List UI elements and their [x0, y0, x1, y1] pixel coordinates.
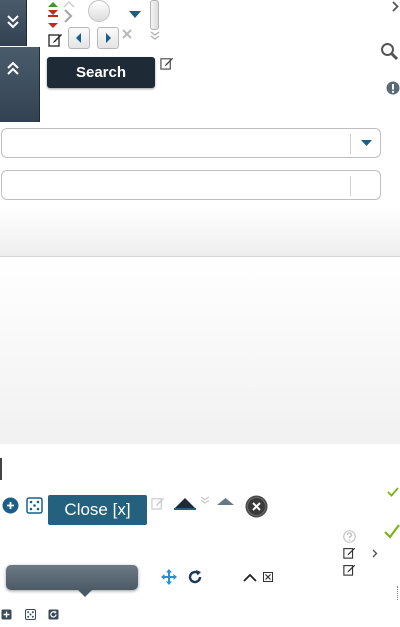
- chevron-right-icon[interactable]: [390, 0, 400, 12]
- double-chevron-down-icon[interactable]: [199, 495, 211, 505]
- scrollbar-thumb[interactable]: [150, 0, 159, 30]
- collapse-panel-tab[interactable]: [0, 47, 40, 122]
- dotted-divider: [397, 586, 398, 600]
- panel-body: [0, 257, 400, 444]
- question-icon[interactable]: [342, 529, 356, 543]
- panel-header: [0, 207, 400, 257]
- add-box-icon[interactable]: [0, 608, 12, 620]
- expand-panel-tab[interactable]: [0, 0, 27, 46]
- chevron-up-icon[interactable]: [242, 571, 258, 583]
- search-button-label: Search: [75, 64, 127, 81]
- resize-handle[interactable]: [0, 458, 2, 480]
- close-button[interactable]: Close [x]: [48, 495, 147, 525]
- radio-button[interactable]: [88, 0, 110, 22]
- triangle-up-icon[interactable]: [215, 496, 235, 506]
- caret-down-icon[interactable]: [359, 137, 373, 149]
- caret-down-icon[interactable]: [128, 9, 142, 19]
- move-arrows-icon[interactable]: [159, 567, 178, 586]
- pencil-edit-icon[interactable]: [47, 31, 63, 47]
- chevron-right-icon[interactable]: [370, 547, 380, 559]
- x-circle-icon[interactable]: [245, 495, 268, 518]
- tooltip-bubble: [6, 565, 138, 597]
- next-button[interactable]: [97, 27, 119, 49]
- add-circle-icon[interactable]: [1, 496, 19, 514]
- dice-icon[interactable]: [24, 608, 36, 620]
- search-button[interactable]: Search: [47, 57, 155, 88]
- field-separator: [350, 176, 351, 196]
- combo-box[interactable]: [1, 128, 381, 158]
- close-button-label: Close [x]: [64, 500, 131, 519]
- pencil-edit-icon[interactable]: [159, 55, 175, 71]
- exclamation-icon: [386, 81, 400, 95]
- close-box-icon[interactable]: [262, 571, 273, 582]
- refresh-icon[interactable]: [47, 608, 59, 620]
- refresh-icon[interactable]: [186, 568, 203, 585]
- close-icon[interactable]: [121, 28, 133, 40]
- checkmark-icon: [383, 523, 400, 539]
- chevron-up-icon[interactable]: [62, 0, 76, 8]
- chevron-right-icon[interactable]: [62, 8, 74, 24]
- sort-up-down-icon[interactable]: [45, 0, 61, 30]
- dice-icon[interactable]: [25, 496, 43, 514]
- magnifier-icon[interactable]: [379, 41, 399, 61]
- double-chevron-up-icon: [4, 59, 22, 77]
- triangle-up-icon[interactable]: [173, 496, 197, 510]
- pencil-edit-icon[interactable]: [150, 495, 166, 511]
- previous-button[interactable]: [68, 27, 90, 49]
- text-field[interactable]: [1, 170, 381, 200]
- double-chevron-down-icon: [5, 12, 21, 32]
- checkmark-icon: [386, 486, 400, 498]
- combo-separator: [350, 134, 351, 154]
- double-chevron-down-icon[interactable]: [149, 30, 161, 42]
- pencil-edit-icon[interactable]: [342, 562, 356, 576]
- pencil-edit-icon[interactable]: [342, 545, 356, 559]
